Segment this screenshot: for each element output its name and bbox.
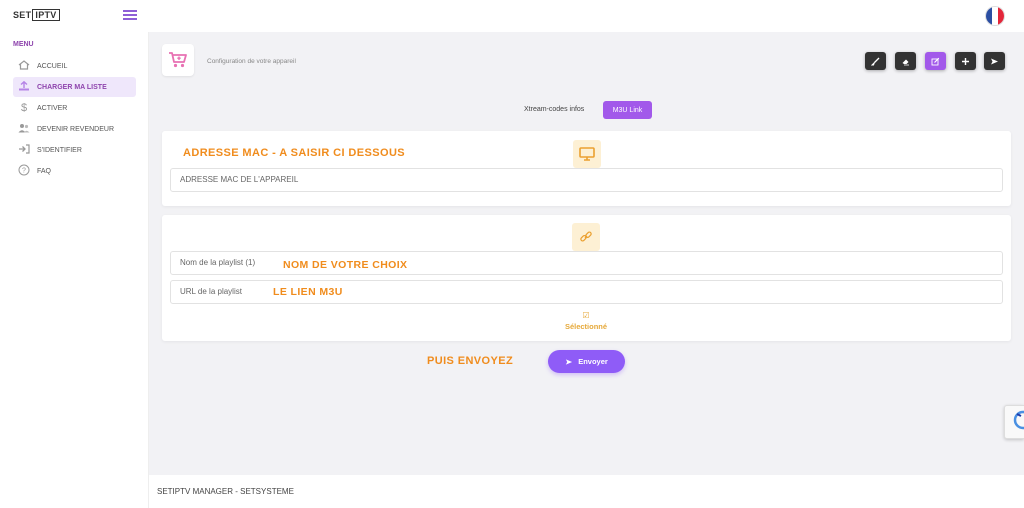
top-bar: SET IPTV bbox=[0, 0, 1024, 32]
hamburger-menu-icon[interactable] bbox=[123, 10, 137, 20]
french-flag-icon[interactable] bbox=[986, 7, 1004, 25]
users-icon bbox=[17, 123, 31, 136]
playlist-url-annotation: LE LIEN M3U bbox=[273, 286, 343, 298]
sidebar-item-label: FAQ bbox=[37, 167, 52, 175]
brand-part2: IPTV bbox=[32, 9, 60, 21]
sidebar-item-label: CHARGER MA LISTE bbox=[37, 83, 107, 91]
sidebar-item-charger-ma-liste[interactable]: CHARGER MA LISTE bbox=[13, 77, 136, 97]
tab-xtream-codes[interactable]: Xtream-codes infos bbox=[524, 106, 584, 113]
svg-text:?: ? bbox=[22, 167, 26, 174]
question-icon: ? bbox=[17, 164, 31, 179]
dollar-icon: $ bbox=[20, 102, 28, 114]
checkbox-icon: ☑ bbox=[582, 311, 590, 320]
brand-logo[interactable]: SET IPTV bbox=[13, 9, 60, 21]
sidebar-item-activer[interactable]: $ ACTIVER bbox=[13, 98, 136, 118]
home-icon bbox=[17, 59, 31, 73]
page-subtitle: Configuration de votre appareil bbox=[207, 58, 296, 65]
sidebar-item-label: S'IDENTIFIER bbox=[37, 146, 82, 154]
eraser-icon bbox=[902, 59, 909, 65]
monitor-tile bbox=[573, 140, 601, 168]
selected-checkbox[interactable]: ☑ Sélectionné bbox=[542, 311, 630, 331]
brush-button[interactable] bbox=[865, 52, 886, 70]
brush-icon bbox=[871, 57, 880, 65]
sidebar-item-label: ACTIVER bbox=[37, 104, 68, 112]
sidebar-item-faq[interactable]: ? FAQ bbox=[13, 161, 136, 181]
paper-plane-icon bbox=[566, 358, 573, 365]
mac-annotation: ADRESSE MAC - A SAISIR CI DESSOUS bbox=[183, 147, 406, 159]
send-annotation: PUIS ENVOYEZ bbox=[427, 355, 514, 367]
playlist-name-annotation: NOM DE VOTRE CHOIX bbox=[283, 259, 408, 271]
envoyer-label: Envoyer bbox=[578, 357, 608, 366]
page-header: Configuration de votre appareil bbox=[149, 32, 1024, 90]
sidebar-item-devenir-revendeur[interactable]: DEVENIR REVENDEUR bbox=[13, 119, 136, 139]
edit-button[interactable] bbox=[925, 52, 946, 70]
monitor-icon bbox=[579, 147, 595, 161]
sidebar: MENU ACCUEIL CHARGER MA LISTE $ ACTIVER … bbox=[0, 32, 149, 508]
sidebar-item-label: ACCUEIL bbox=[37, 62, 68, 70]
plus-icon bbox=[962, 57, 969, 65]
sidebar-item-s-identifier[interactable]: S'IDENTIFIER bbox=[13, 140, 136, 160]
brand-part1: SET bbox=[13, 10, 32, 20]
eraser-button[interactable] bbox=[895, 52, 916, 70]
footer-text: SETIPTV MANAGER - SETSYSTEME bbox=[157, 487, 294, 496]
login-icon bbox=[17, 143, 31, 157]
menu-title: MENU bbox=[13, 41, 34, 48]
playlist-card: Nom de la playlist (1) NOM DE VOTRE CHOI… bbox=[162, 215, 1011, 341]
link-icon bbox=[580, 231, 592, 242]
cart-icon bbox=[169, 52, 187, 68]
sidebar-item-label: DEVENIR REVENDEUR bbox=[37, 125, 115, 133]
edit-icon bbox=[931, 57, 940, 65]
mac-address-input[interactable]: ADRESSE MAC DE L'APPAREIL bbox=[170, 168, 1003, 192]
upload-icon bbox=[17, 80, 31, 94]
paper-plane-icon bbox=[991, 58, 998, 64]
selected-label: Sélectionné bbox=[564, 322, 608, 331]
recaptcha-badge[interactable] bbox=[1004, 405, 1024, 439]
add-button[interactable] bbox=[955, 52, 976, 70]
envoyer-button[interactable]: Envoyer bbox=[548, 350, 625, 373]
footer: SETIPTV MANAGER - SETSYSTEME bbox=[149, 475, 1024, 508]
cart-tile bbox=[162, 44, 194, 76]
mac-address-card: ADRESSE MAC - A SAISIR CI DESSOUS ADRESS… bbox=[162, 131, 1011, 206]
recaptcha-icon bbox=[1013, 410, 1024, 430]
link-tile bbox=[572, 223, 600, 251]
tab-m3u-link[interactable]: M3U Link bbox=[603, 101, 652, 119]
sidebar-item-accueil[interactable]: ACCUEIL bbox=[13, 56, 136, 76]
send-toolbar-button[interactable] bbox=[984, 52, 1005, 70]
